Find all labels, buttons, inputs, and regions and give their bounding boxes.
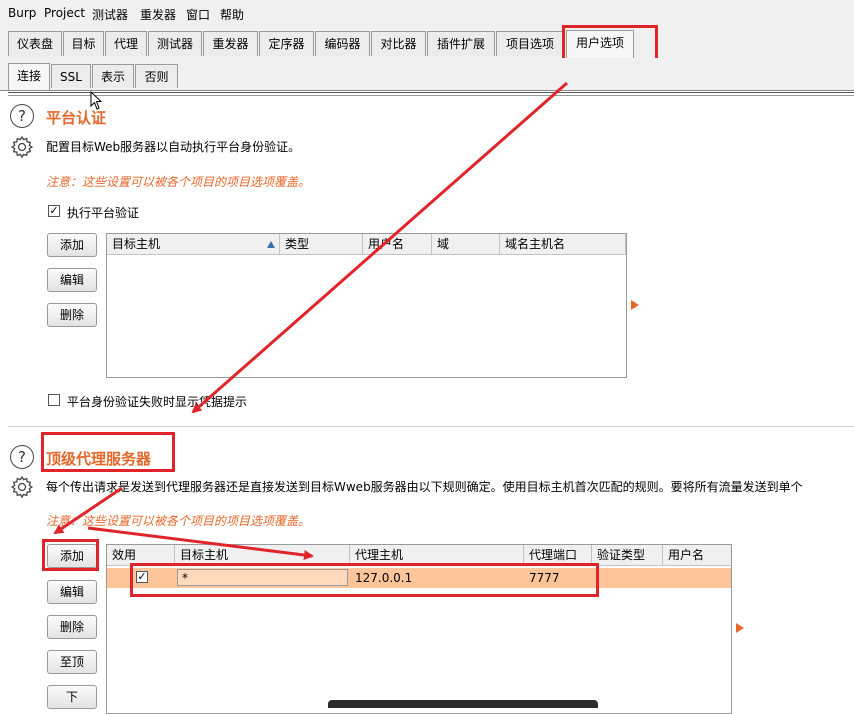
- annotation-arrows: [53, 81, 568, 560]
